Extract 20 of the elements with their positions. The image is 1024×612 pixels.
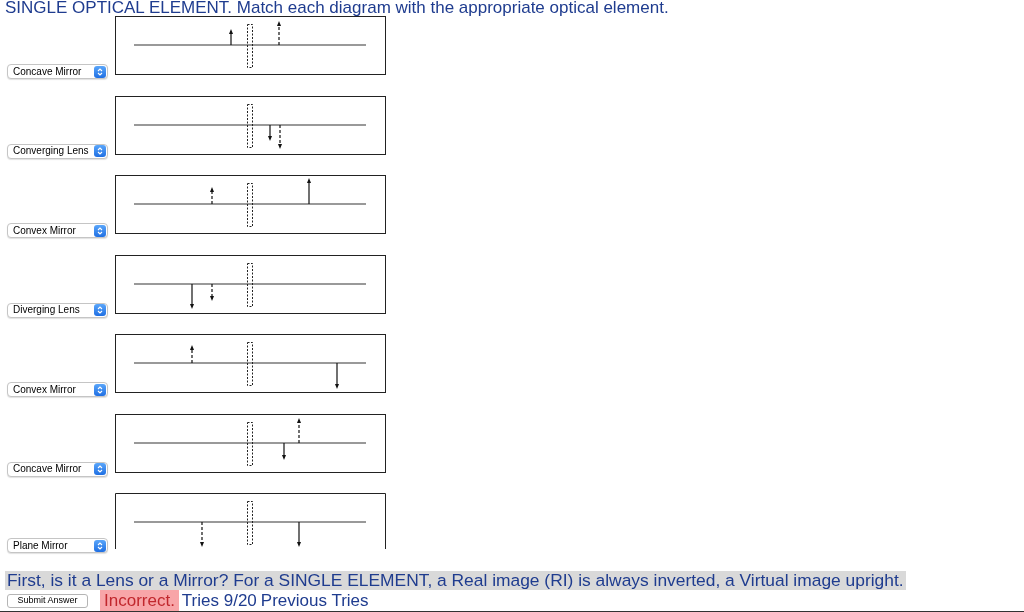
chevron-up-down-icon	[94, 383, 106, 396]
submit-answer-button[interactable]: Submit Answer	[7, 593, 88, 608]
chevron-up-down-icon	[94, 65, 106, 78]
instruction-text: SINGLE OPTICAL ELEMENT. Match each diagram with the appropriate optical element.	[4, 0, 669, 16]
dropdown-select[interactable]: Concave Mirror	[7, 64, 108, 79]
chevron-up-down-icon	[94, 463, 106, 475]
chevron-up-down-icon	[94, 224, 106, 237]
dropdown-select[interactable]: Concave Mirror	[7, 461, 108, 477]
chevron-up-down-icon	[94, 145, 106, 157]
feedback-status: Incorrect.	[100, 590, 179, 611]
dropdown-select[interactable]: Converging Lens	[7, 143, 108, 159]
dropdown-select[interactable]: Diverging Lens	[7, 302, 108, 318]
hint-text: First, is it a Lens or a Mirror? For a SINGLE ELEMENT, a Real image (RI) is always inverted, a Virtual image upright.	[5, 571, 906, 590]
dropdown-select[interactable]: Convex Mirror	[7, 382, 108, 397]
dropdown-select[interactable]: Plane Mirror	[7, 538, 108, 553]
chevron-up-down-icon	[94, 304, 106, 316]
previous-tries-link[interactable]: Previous Tries	[260, 590, 369, 611]
dropdown-select[interactable]: Convex Mirror	[7, 223, 108, 238]
tries-count: Tries 9/20	[181, 590, 257, 611]
chevron-up-down-icon	[94, 539, 106, 552]
